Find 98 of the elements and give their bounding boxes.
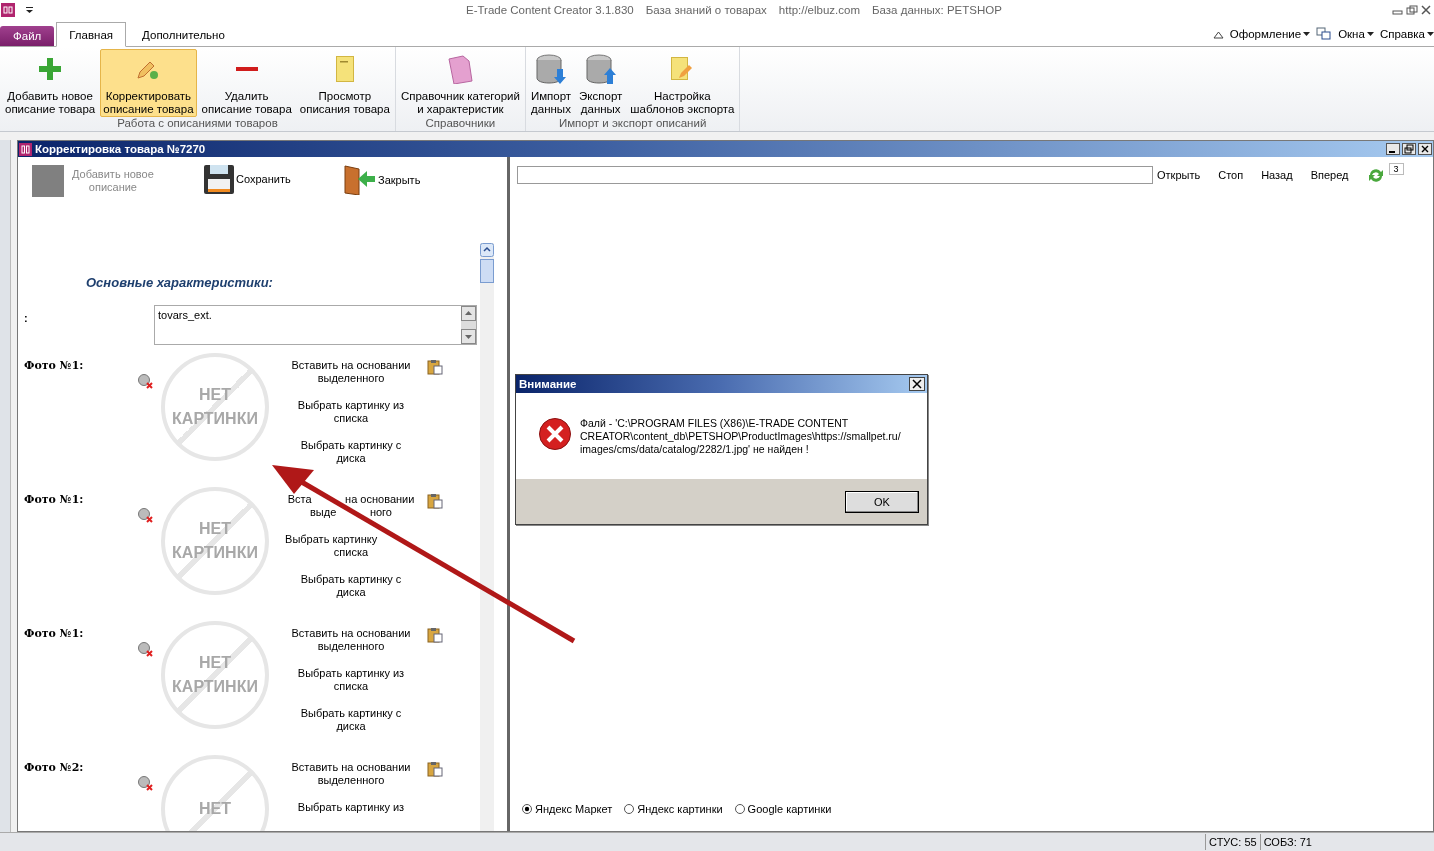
scroll-up-icon[interactable]	[480, 243, 494, 257]
collapse-icon[interactable]	[1212, 29, 1224, 39]
photo-label: Фото №2:	[24, 761, 85, 775]
restore-icon[interactable]	[1406, 5, 1418, 15]
refresh-icon[interactable]	[1366, 167, 1385, 183]
radio-button[interactable]: Google картинки	[734, 803, 832, 815]
image-action-link[interactable]: Выбрать картинку из списка	[281, 667, 421, 693]
browser-button[interactable]: Вперед	[1310, 169, 1363, 181]
radio-button[interactable]: Яндекс Маркет	[522, 803, 613, 815]
no-image-text: НЕТ КАРТИНКИ	[172, 519, 258, 563]
error-icon	[538, 417, 572, 451]
scrollbar-thumb[interactable]	[480, 259, 494, 283]
image-action-link[interactable]: Вста на основании выде ного	[281, 493, 421, 519]
note-icon	[671, 57, 694, 81]
note-icon	[335, 56, 354, 82]
database-icon	[535, 53, 567, 85]
ribbon-tab[interactable]: Файл	[0, 26, 55, 46]
browser-button[interactable]: Открыть	[1157, 169, 1215, 181]
clipboard-icon[interactable]	[427, 493, 443, 509]
close-icon[interactable]	[909, 377, 925, 391]
radio-button[interactable]: Яндекс картинки	[624, 803, 723, 815]
status-text: СТУС: 55	[1205, 834, 1260, 850]
ribbon-tab[interactable]: Дополнительно	[128, 23, 239, 46]
status-text: СОБЗ: 71	[1259, 834, 1315, 850]
toolbar-button[interactable]: Закрыть	[344, 165, 484, 195]
window-title: Корректировка товара №7270	[35, 143, 207, 155]
image-action-link[interactable]: Выбрать картинку с диска	[281, 439, 421, 465]
ribbon-button[interactable]: Добавить новое описание товара	[2, 49, 99, 117]
url-field[interactable]	[517, 166, 1153, 184]
browser-button[interactable]: Назад	[1261, 169, 1307, 181]
radio-indicator[interactable]	[734, 804, 745, 814]
caret-icon	[1427, 31, 1434, 37]
ribbon-button[interactable]: Экспорт данных	[576, 49, 626, 117]
image-action-link[interactable]: Вставить на основании выделенного	[281, 359, 421, 385]
menu-item[interactable]: Справка	[1379, 28, 1434, 40]
window-title: База знаний о товарах	[645, 4, 767, 16]
field-label: :	[24, 312, 29, 324]
window-title: База данных: PETSHOP	[872, 4, 1002, 16]
window-title: http://elbuz.com	[778, 4, 861, 16]
group-label: Импорт и экспорт описаний	[557, 117, 708, 131]
ribbon-button[interactable]: Импорт данных	[527, 49, 575, 117]
image-action-link[interactable]: Вставить на основании выделенного	[281, 761, 421, 787]
window-title: E-Trade Content Creator 3.1.830	[466, 4, 634, 16]
ribbon-tab[interactable]: Главная	[56, 22, 127, 47]
counter-field[interactable]: 3	[1388, 163, 1404, 175]
image-action-link[interactable]: Выбрать картинку из списка	[281, 399, 421, 425]
delete-image-icon[interactable]	[137, 641, 153, 657]
text-area[interactable]: tovars_ext.	[154, 305, 477, 345]
door-arrow-icon	[344, 165, 376, 195]
restore-icon[interactable]	[1402, 143, 1416, 155]
clipboard-icon[interactable]	[427, 359, 443, 375]
toolbar-button[interactable]: Сохранить	[204, 165, 344, 194]
image-action-link[interactable]: Выбрать картинку списка	[281, 533, 421, 559]
no-image-text: НЕТ КАРТИНКИ	[172, 385, 258, 429]
photo-label: Фото №1:	[24, 493, 85, 507]
no-image-text: НЕТ КАРТИНКИ	[172, 653, 258, 697]
blank-icon	[32, 165, 64, 197]
clipboard-icon[interactable]	[427, 627, 443, 643]
minus-icon	[235, 67, 258, 71]
plus-icon	[39, 58, 62, 80]
scroll-up-icon[interactable]	[461, 306, 476, 321]
minimize-icon[interactable]	[1386, 143, 1400, 155]
delete-image-icon[interactable]	[137, 373, 153, 389]
radio-indicator[interactable]	[522, 804, 532, 814]
close-icon[interactable]	[1420, 5, 1432, 15]
caret-icon	[1366, 31, 1374, 37]
database-icon	[584, 53, 617, 85]
photo-label: Фото №1:	[24, 359, 85, 373]
photo-label: Фото №1:	[24, 627, 85, 641]
ribbon-button[interactable]: Удалить описание товара	[198, 49, 295, 117]
ribbon-button[interactable]: Настройка шаблонов экспорта	[627, 49, 738, 117]
clipboard-icon[interactable]	[427, 761, 443, 777]
menu-item[interactable]: Оформление	[1229, 28, 1311, 40]
ribbon-button[interactable]: Просмотр описания товара	[296, 49, 393, 117]
ribbon-button[interactable]: Справочник категорий и характеристик	[397, 49, 523, 117]
windows-icon	[1316, 27, 1333, 41]
scroll-down-icon[interactable]	[461, 329, 476, 344]
error-message: Фалй - 'C:\PROGRAM FILES (X86)\E-TRADE CONTENT CREATOR\content_db\PETSHOP\ProductImages\https://smallpet.ru/images/cms/data/catalog/2282/1.jpg' не найден !	[580, 417, 902, 456]
dropdown-caret-icon[interactable]	[25, 6, 34, 14]
ribbon-button[interactable]: Корректировать описание товара	[100, 49, 197, 117]
no-image-text: НЕТ	[199, 799, 231, 819]
browser-button[interactable]: Стоп	[1218, 169, 1258, 181]
close-icon[interactable]	[1418, 143, 1432, 155]
caret-icon	[1303, 31, 1311, 37]
delete-image-icon[interactable]	[137, 775, 153, 791]
group-label: Работа с описаниями товаров	[116, 117, 279, 131]
folder-icon	[447, 54, 474, 84]
ok-button[interactable]: OK	[845, 490, 919, 513]
delete-image-icon[interactable]	[137, 507, 153, 523]
menu-item[interactable]: Окна	[1338, 28, 1374, 40]
image-action-link[interactable]: Выбрать картинку с диска	[281, 573, 421, 599]
image-action-link[interactable]: Вставить на основании выделенного	[281, 627, 421, 653]
image-action-link[interactable]: Выбрать картинку с диска	[281, 707, 421, 733]
dialog-title: Внимание	[519, 378, 577, 390]
section-heading: Основные характеристики:	[86, 275, 274, 292]
group-label: Справочники	[424, 117, 497, 131]
radio-indicator[interactable]	[624, 804, 635, 814]
image-action-link[interactable]: Выбрать картинку из	[281, 801, 421, 814]
